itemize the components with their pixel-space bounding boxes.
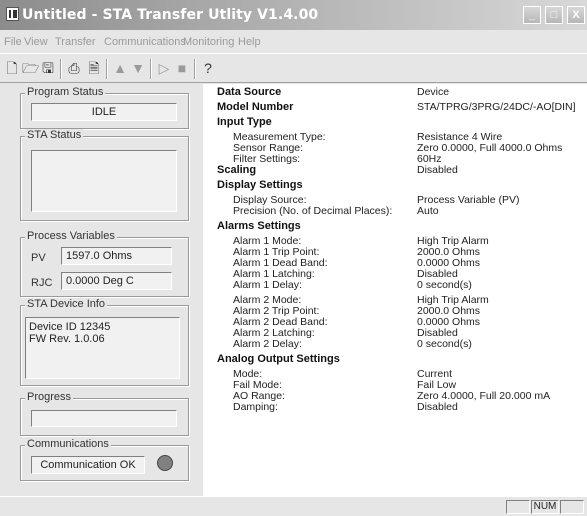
communications-title: Communications	[25, 438, 111, 450]
program-status-value: IDLE	[31, 103, 177, 121]
progress-title: Progress	[25, 391, 74, 403]
section-heading: Analog Output Settings	[217, 353, 340, 365]
sta-status-display	[31, 150, 177, 212]
menu-transfer[interactable]: Transfer	[55, 36, 96, 48]
setting-row: Display Settings	[203, 179, 587, 192]
setting-label: Precision (No. of Decimal Places):	[233, 205, 393, 217]
toolbar-separator	[150, 59, 152, 79]
toolbar-separator	[194, 59, 196, 79]
rjc-value: 0.0000 Deg C	[61, 272, 172, 290]
device-info-title: STA Device Info	[25, 298, 108, 310]
play-icon[interactable]: ▷	[156, 60, 172, 76]
section-heading: Model Number	[217, 101, 294, 113]
setting-value: Disabled	[417, 401, 458, 413]
rjc-label: RJC	[31, 277, 53, 289]
progress-bar	[31, 410, 177, 427]
close-button[interactable]: X	[567, 6, 585, 24]
sta-status-group: STA Status	[20, 129, 189, 221]
sta-status-title: STA Status	[25, 129, 84, 141]
upload-icon[interactable]: ▲	[112, 60, 128, 76]
pv-label: PV	[31, 252, 46, 264]
maximize-button[interactable]: □	[545, 6, 563, 24]
setting-row: Model Number STA/TPRG/3PRG/24DC/-AO[DIN]	[203, 101, 587, 114]
status-bar: NUM	[0, 496, 587, 516]
toolbar: 🗋 🗁 🖫 ⎙ 🗎 ▲ ▼ ▷ ■ ?	[0, 53, 587, 83]
stop-icon[interactable]: ■	[174, 60, 190, 76]
setting-value: Disabled	[417, 164, 458, 176]
setting-row: Scaling Disabled	[203, 164, 587, 177]
setting-value: STA/TPRG/3PRG/24DC/-AO[DIN]	[417, 101, 576, 113]
menu-monitoring[interactable]: Monitoring	[183, 36, 234, 48]
process-variables-title: Process Variables	[25, 230, 117, 242]
app-icon[interactable]	[6, 7, 19, 21]
firmware-revision-text: FW Rev. 1.0.06	[29, 333, 105, 345]
setting-row: Alarm 1 Delay: 0 second(s)	[203, 279, 587, 292]
section-heading: Data Source	[217, 86, 282, 98]
program-status-title: Program Status	[25, 86, 106, 98]
setting-row: Damping: Disabled	[203, 401, 587, 414]
minimize-button[interactable]: _	[523, 6, 541, 24]
device-info-box: Device ID 12345 FW Rev. 1.0.06	[25, 317, 180, 379]
menu-help[interactable]: Help	[238, 36, 261, 48]
left-panel: Program Status IDLE STA Status Process V…	[0, 84, 202, 496]
communications-status: Communication OK	[31, 456, 145, 474]
help-icon[interactable]: ?	[200, 60, 216, 76]
communications-group: Communications Communication OK	[20, 438, 189, 481]
status-pane-scroll	[560, 500, 584, 514]
status-led-icon	[157, 455, 173, 471]
menu-bar: File View Transfer Communications Monito…	[0, 31, 587, 53]
device-id-text: Device ID 12345	[29, 321, 111, 333]
status-pane-empty	[506, 500, 530, 514]
new-icon[interactable]: 🗋	[4, 60, 20, 76]
setting-label: Damping:	[233, 401, 278, 413]
menu-file[interactable]: File	[4, 36, 22, 48]
process-variables-group: Process Variables PV 1597.0 Ohms RJC 0.0…	[20, 230, 189, 297]
setting-row: Data Source Device	[203, 86, 587, 99]
section-heading: Display Settings	[217, 179, 303, 191]
print-preview-icon[interactable]: 🗎	[86, 60, 102, 76]
setting-value: 0 second(s)	[417, 338, 472, 350]
section-heading: Input Type	[217, 116, 272, 128]
toolbar-separator	[60, 59, 62, 79]
num-lock-indicator: NUM	[531, 500, 559, 514]
print-icon[interactable]: ⎙	[66, 60, 82, 76]
setting-row: Input Type	[203, 116, 587, 129]
setting-value: Auto	[417, 205, 439, 217]
progress-group: Progress	[20, 391, 189, 436]
setting-row: Precision (No. of Decimal Places): Auto	[203, 205, 587, 218]
setting-row: Alarm 2 Delay: 0 second(s)	[203, 338, 587, 351]
settings-summary-panel: Data Source Device Model Number STA/TPRG/3P…	[203, 84, 587, 496]
menu-view[interactable]: View	[24, 36, 48, 48]
toolbar-separator	[106, 59, 108, 79]
download-icon[interactable]: ▼	[130, 60, 146, 76]
device-info-group: STA Device Info Device ID 12345 FW Rev. …	[20, 298, 189, 386]
pv-value: 1597.0 Ohms	[61, 247, 172, 265]
setting-value: 0 second(s)	[417, 279, 472, 291]
title-bar[interactable]: Untitled - STA Transfer Utlity V1.4.00 _…	[0, 0, 587, 30]
setting-value: Device	[417, 86, 450, 98]
window-title: Untitled - STA Transfer Utlity V1.4.00	[22, 7, 319, 23]
open-icon[interactable]: 🗁	[22, 60, 39, 76]
app-window: Untitled - STA Transfer Utlity V1.4.00 _…	[0, 0, 587, 516]
program-status-group: Program Status IDLE	[20, 86, 189, 129]
section-heading: Scaling	[217, 164, 257, 176]
section-heading: Alarms Settings	[217, 220, 301, 232]
menu-communications[interactable]: Communications	[104, 36, 186, 48]
setting-label: Alarm 1 Delay:	[233, 279, 302, 291]
setting-label: Alarm 2 Delay:	[233, 338, 302, 350]
setting-row: Analog Output Settings	[203, 353, 587, 366]
save-icon[interactable]: 🖫	[40, 60, 56, 76]
setting-row: Alarms Settings	[203, 220, 587, 233]
